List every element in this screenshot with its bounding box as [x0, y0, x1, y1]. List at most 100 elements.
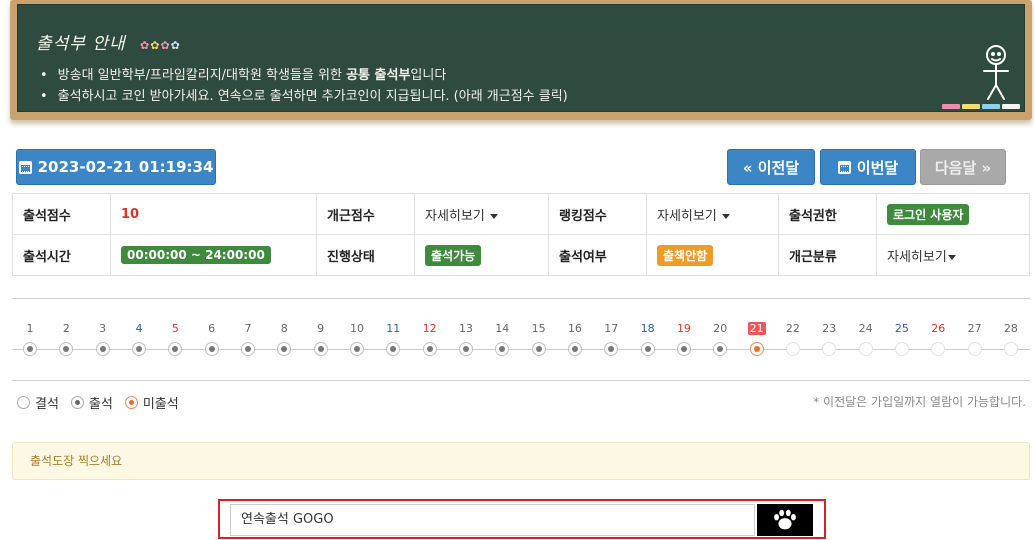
- circle-filled-icon: [70, 396, 84, 409]
- status-label: 진행상태: [316, 234, 415, 276]
- legend-present: 출석: [70, 393, 113, 412]
- status-badge: 출석가능: [425, 244, 482, 266]
- notice-board-area: 출석부 안내 ✿✿✿✿ 방송대 일반학부/프라임칼리지/대학원 학생들을 위한 …: [10, 0, 1032, 128]
- day-label: 3: [99, 322, 107, 335]
- flower-stars-icon: ✿✿✿✿: [140, 39, 181, 52]
- permission-label: 출석권한: [778, 193, 877, 235]
- gogo-input[interactable]: 연속출석 GOGO: [230, 504, 755, 536]
- streak-detail-dropdown[interactable]: 자세히보기: [414, 193, 549, 235]
- time-label: 출석시간: [12, 234, 111, 276]
- stick-figure-icon: [983, 45, 1009, 100]
- day-label: 28: [1003, 322, 1018, 335]
- stamp-submit-button[interactable]: [757, 504, 813, 536]
- day-status-dot: [749, 342, 764, 356]
- day-status-dot: [894, 342, 909, 356]
- attendance-info-table: 출석점수 10 개근점수 자세히보기 랭킹점수 자세히보기 출석권한 로그인 사…: [12, 193, 1030, 276]
- day-status-dot: [313, 342, 328, 356]
- legend-absent: 결석: [17, 393, 59, 412]
- day-label: 26: [931, 322, 946, 335]
- permission-badge: 로그인 사용자: [887, 203, 970, 225]
- day-label: 17: [604, 322, 619, 335]
- notice-title: 출석부 안내 ✿✿✿✿: [36, 34, 181, 54]
- calendar-icon: [18, 160, 32, 174]
- gogo-highlight-box: 연속출석 GOGO: [218, 499, 826, 539]
- day-status-dot: [931, 342, 946, 356]
- day-status-dot: [168, 342, 183, 356]
- category-detail-dropdown[interactable]: 자세히보기: [876, 234, 1030, 276]
- time-badge: 00:00:00 ~ 24:00:00: [121, 246, 271, 264]
- day-status-dot: [1003, 342, 1018, 356]
- legend: 결석 출석 미출석: [17, 393, 179, 412]
- day-status-dot: [422, 342, 437, 356]
- current-datetime-button[interactable]: 2023-02-21 01:19:34: [16, 149, 216, 185]
- day-label: 16: [567, 322, 582, 335]
- day-label: 14: [495, 322, 510, 335]
- attend-value: 출책안함: [646, 234, 779, 276]
- day-status-dot: [713, 342, 728, 356]
- day-label: 6: [208, 322, 216, 335]
- notice-board-frame: 출석부 안내 ✿✿✿✿ 방송대 일반학부/프라임칼리지/대학원 학생들을 위한 …: [10, 0, 1032, 120]
- caret-down-icon: [947, 254, 956, 260]
- this-month-button[interactable]: 이번달: [820, 149, 916, 185]
- day-label: 5: [171, 322, 179, 335]
- rank-detail-dropdown[interactable]: 자세히보기: [646, 193, 779, 235]
- notice-line: 방송대 일반학부/프라임칼리지/대학원 학생들을 위한 공통 출석부입니다: [40, 65, 568, 86]
- day-status-dot: [822, 342, 837, 356]
- notice-board: 출석부 안내 ✿✿✿✿ 방송대 일반학부/프라임칼리지/대학원 학생들을 위한 …: [17, 4, 1025, 112]
- day-label: 8: [280, 322, 288, 335]
- day-status-dot: [531, 342, 546, 356]
- day-label: 9: [317, 322, 325, 335]
- attend-badge: 출책안함: [657, 244, 714, 266]
- day-status-dot: [676, 342, 691, 356]
- paw-icon: [774, 509, 796, 530]
- caret-down-icon: [721, 213, 730, 219]
- table-row: 출석점수 10 개근점수 자세히보기 랭킹점수 자세히보기 출석권한 로그인 사…: [12, 193, 1030, 235]
- day-status-dot: [785, 342, 800, 356]
- day-label: 23: [822, 322, 837, 335]
- day-status-dot: [640, 342, 655, 356]
- time-value: 00:00:00 ~ 24:00:00: [110, 234, 317, 276]
- next-month-button[interactable]: 다음달 »: [920, 149, 1006, 185]
- day-status-dot: [349, 342, 364, 356]
- day-status-dot: [458, 342, 473, 356]
- circle-empty-icon: [17, 396, 30, 409]
- day-label: 15: [531, 322, 546, 335]
- score-value: 10: [110, 193, 317, 235]
- day-status-dot: [567, 342, 582, 356]
- day-status-dot: [23, 342, 37, 356]
- rank-label: 랭킹점수: [548, 193, 647, 235]
- day-label: 13: [458, 322, 473, 335]
- day-label: 4: [135, 322, 143, 335]
- prev-month-button[interactable]: « 이전달: [727, 149, 815, 185]
- day-status-dot: [495, 342, 510, 356]
- day-label: 25: [894, 322, 909, 335]
- calendar-icon: [837, 160, 851, 174]
- day-label: 22: [785, 322, 800, 335]
- day-label: 7: [244, 322, 252, 335]
- notice-line: 출석하시고 코인 받아가세요. 연속으로 출석하면 추가코인이 지급됩니다. (…: [40, 86, 568, 107]
- divider: [12, 298, 1030, 299]
- notice-lines: 방송대 일반학부/프라임칼리지/대학원 학생들을 위한 공통 출석부입니다 출석…: [40, 65, 568, 107]
- score-label: 출석점수: [12, 193, 111, 235]
- divider: [12, 380, 1030, 381]
- archive-note: * 이전달은 가입일까지 열람이 가능합니다.: [813, 395, 1026, 409]
- day-label: 24: [858, 322, 873, 335]
- day-label: 2: [62, 322, 70, 335]
- permission-value: 로그인 사용자: [876, 193, 1030, 235]
- day-label: 20: [713, 322, 728, 335]
- day-label: 27: [967, 322, 982, 335]
- day-status-dot: [604, 342, 619, 356]
- day-status-dot: [858, 342, 873, 356]
- day-status-dot: [240, 342, 255, 356]
- day-status-dot: [59, 342, 74, 356]
- chalk-pieces: [942, 104, 1020, 110]
- day-status-dot: [277, 342, 292, 356]
- attend-label: 출석여부: [548, 234, 647, 276]
- day-status-dot: [95, 342, 110, 356]
- day-label: 18: [640, 322, 655, 335]
- day-status-dot: [967, 342, 982, 356]
- day-status-dot: [386, 342, 401, 356]
- day-label: 19: [676, 322, 691, 335]
- streak-label: 개근점수: [316, 193, 415, 235]
- day-label: 10: [349, 322, 364, 335]
